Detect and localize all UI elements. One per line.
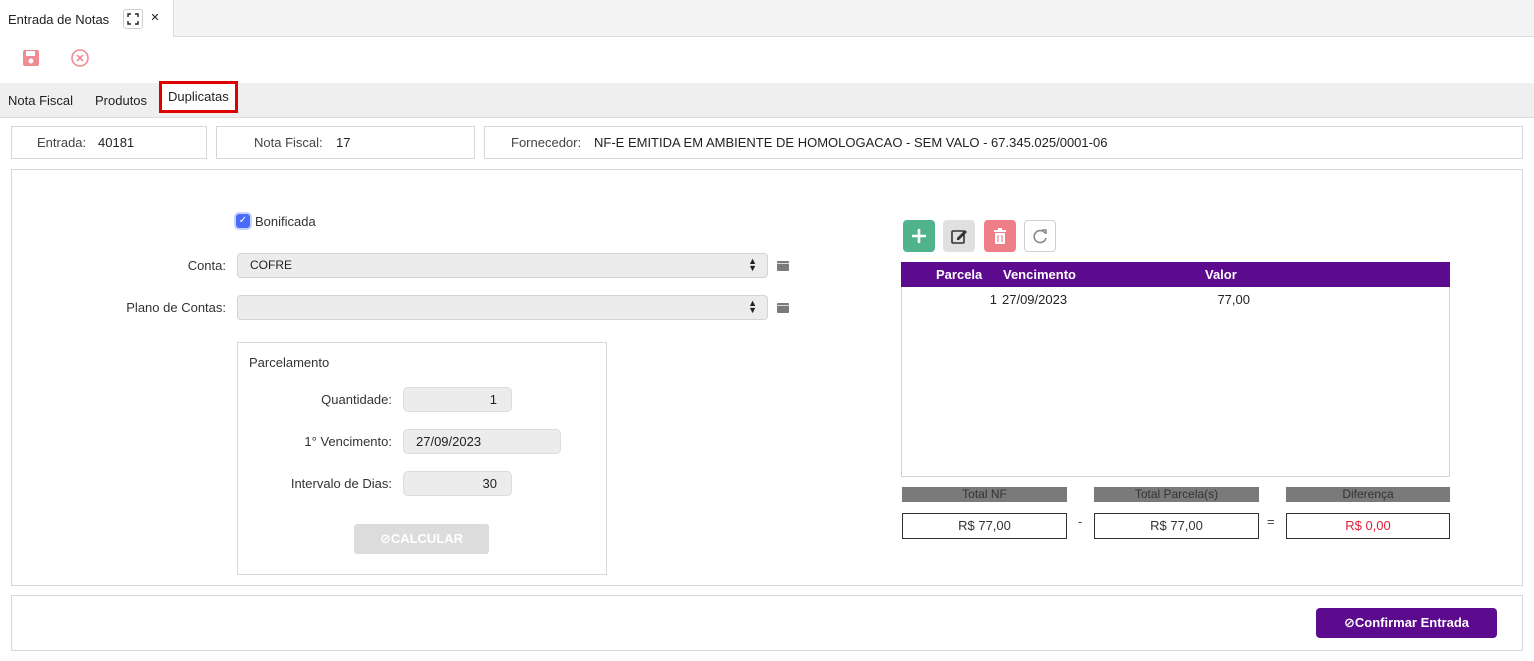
plus-icon bbox=[912, 229, 926, 243]
entrada-label: Entrada: bbox=[37, 135, 87, 150]
fornecedor-label: Fornecedor: bbox=[511, 135, 582, 150]
conta-select-value: COFRE bbox=[250, 258, 292, 272]
diferenca-header: Diferença bbox=[1286, 487, 1450, 502]
entrada-value: 40181 bbox=[98, 135, 135, 150]
refresh-icon bbox=[1033, 229, 1047, 244]
plano-lookup-icon[interactable] bbox=[777, 303, 789, 313]
cell-vencimento: 27/09/2023 bbox=[1002, 292, 1068, 307]
footer-panel bbox=[11, 595, 1523, 651]
equals-sign: = bbox=[1267, 514, 1275, 529]
conta-lookup-icon[interactable] bbox=[777, 261, 789, 271]
conta-select[interactable]: COFRE ▲ ▼ bbox=[237, 253, 768, 278]
intervalo-dias-input[interactable]: 30 bbox=[403, 471, 512, 496]
add-parcela-button[interactable] bbox=[903, 220, 935, 252]
confirmar-entrada-button[interactable]: ⊘Confirmar Entrada bbox=[1316, 608, 1497, 638]
edit-parcela-button[interactable] bbox=[943, 220, 975, 252]
conta-label: Conta: bbox=[187, 258, 226, 273]
refresh-button[interactable] bbox=[1024, 220, 1056, 252]
tab-produtos[interactable]: Produtos bbox=[95, 89, 147, 113]
intervalo-dias-label: Intervalo de Dias: bbox=[290, 476, 392, 491]
quantidade-label: Quantidade: bbox=[321, 392, 392, 407]
tab-nota-fiscal[interactable]: Nota Fiscal bbox=[8, 89, 73, 113]
diferenca-value: R$ 0,00 bbox=[1286, 513, 1450, 539]
total-nf-header: Total NF bbox=[902, 487, 1067, 502]
cell-valor: 77,00 bbox=[1217, 292, 1250, 307]
primeiro-vencimento-input[interactable]: 27/09/2023 bbox=[403, 429, 561, 454]
window-tab-title: Entrada de Notas bbox=[8, 12, 110, 27]
minus-sign: - bbox=[1078, 514, 1083, 529]
fornecedor-value: NF-E EMITIDA EM AMBIENTE DE HOMOLOGACAO … bbox=[594, 135, 1108, 150]
bonificada-label: Bonificada bbox=[255, 214, 316, 229]
window-tab[interactable]: Entrada de Notas ✕ bbox=[0, 0, 174, 37]
bonificada-checkbox[interactable]: ✓ bbox=[236, 214, 250, 228]
edit-icon bbox=[951, 230, 967, 244]
expand-icon[interactable] bbox=[123, 9, 143, 29]
window-tab-strip bbox=[0, 0, 1534, 37]
tab-duplicatas[interactable]: Duplicatas bbox=[159, 81, 238, 113]
column-vencimento[interactable]: Vencimento bbox=[1003, 262, 1076, 287]
toolbar bbox=[0, 37, 1534, 83]
quantidade-input[interactable]: 1 bbox=[403, 387, 512, 412]
column-parcela[interactable]: Parcela bbox=[936, 262, 982, 287]
fornecedor-box: Fornecedor: NF-E EMITIDA EM AMBIENTE DE … bbox=[484, 126, 1523, 159]
plano-de-contas-label: Plano de Contas: bbox=[126, 300, 226, 315]
nota-fiscal-value: 17 bbox=[336, 135, 351, 150]
total-nf-value: R$ 77,00 bbox=[902, 513, 1067, 539]
total-parcelas-value: R$ 77,00 bbox=[1094, 513, 1259, 539]
cancel-circle-icon[interactable] bbox=[69, 47, 91, 69]
plano-de-contas-select[interactable]: ▲ ▼ bbox=[237, 295, 768, 320]
select-arrows-icon: ▲ ▼ bbox=[748, 298, 757, 315]
total-parcelas-header: Total Parcela(s) bbox=[1094, 487, 1259, 502]
column-valor[interactable]: Valor bbox=[1205, 262, 1237, 287]
save-icon[interactable] bbox=[20, 47, 42, 69]
calcular-button[interactable]: ⊘CALCULAR bbox=[354, 524, 489, 554]
trash-icon bbox=[994, 228, 1006, 244]
delete-parcela-button[interactable] bbox=[984, 220, 1016, 252]
select-arrows-icon: ▲ ▼ bbox=[748, 256, 757, 273]
primeiro-vencimento-label: 1° Vencimento: bbox=[304, 434, 392, 449]
entrada-box: Entrada: 40181 bbox=[11, 126, 207, 159]
table-row[interactable]: 1 27/09/2023 77,00 bbox=[902, 288, 1449, 310]
cell-parcela: 1 bbox=[989, 292, 997, 307]
nota-fiscal-label: Nota Fiscal: bbox=[254, 135, 323, 150]
parcelas-grid-header: Parcela Vencimento Valor bbox=[901, 262, 1450, 287]
close-icon[interactable]: ✕ bbox=[145, 9, 165, 29]
parcelamento-title: Parcelamento bbox=[249, 355, 330, 370]
nota-fiscal-box: Nota Fiscal: 17 bbox=[216, 126, 475, 159]
